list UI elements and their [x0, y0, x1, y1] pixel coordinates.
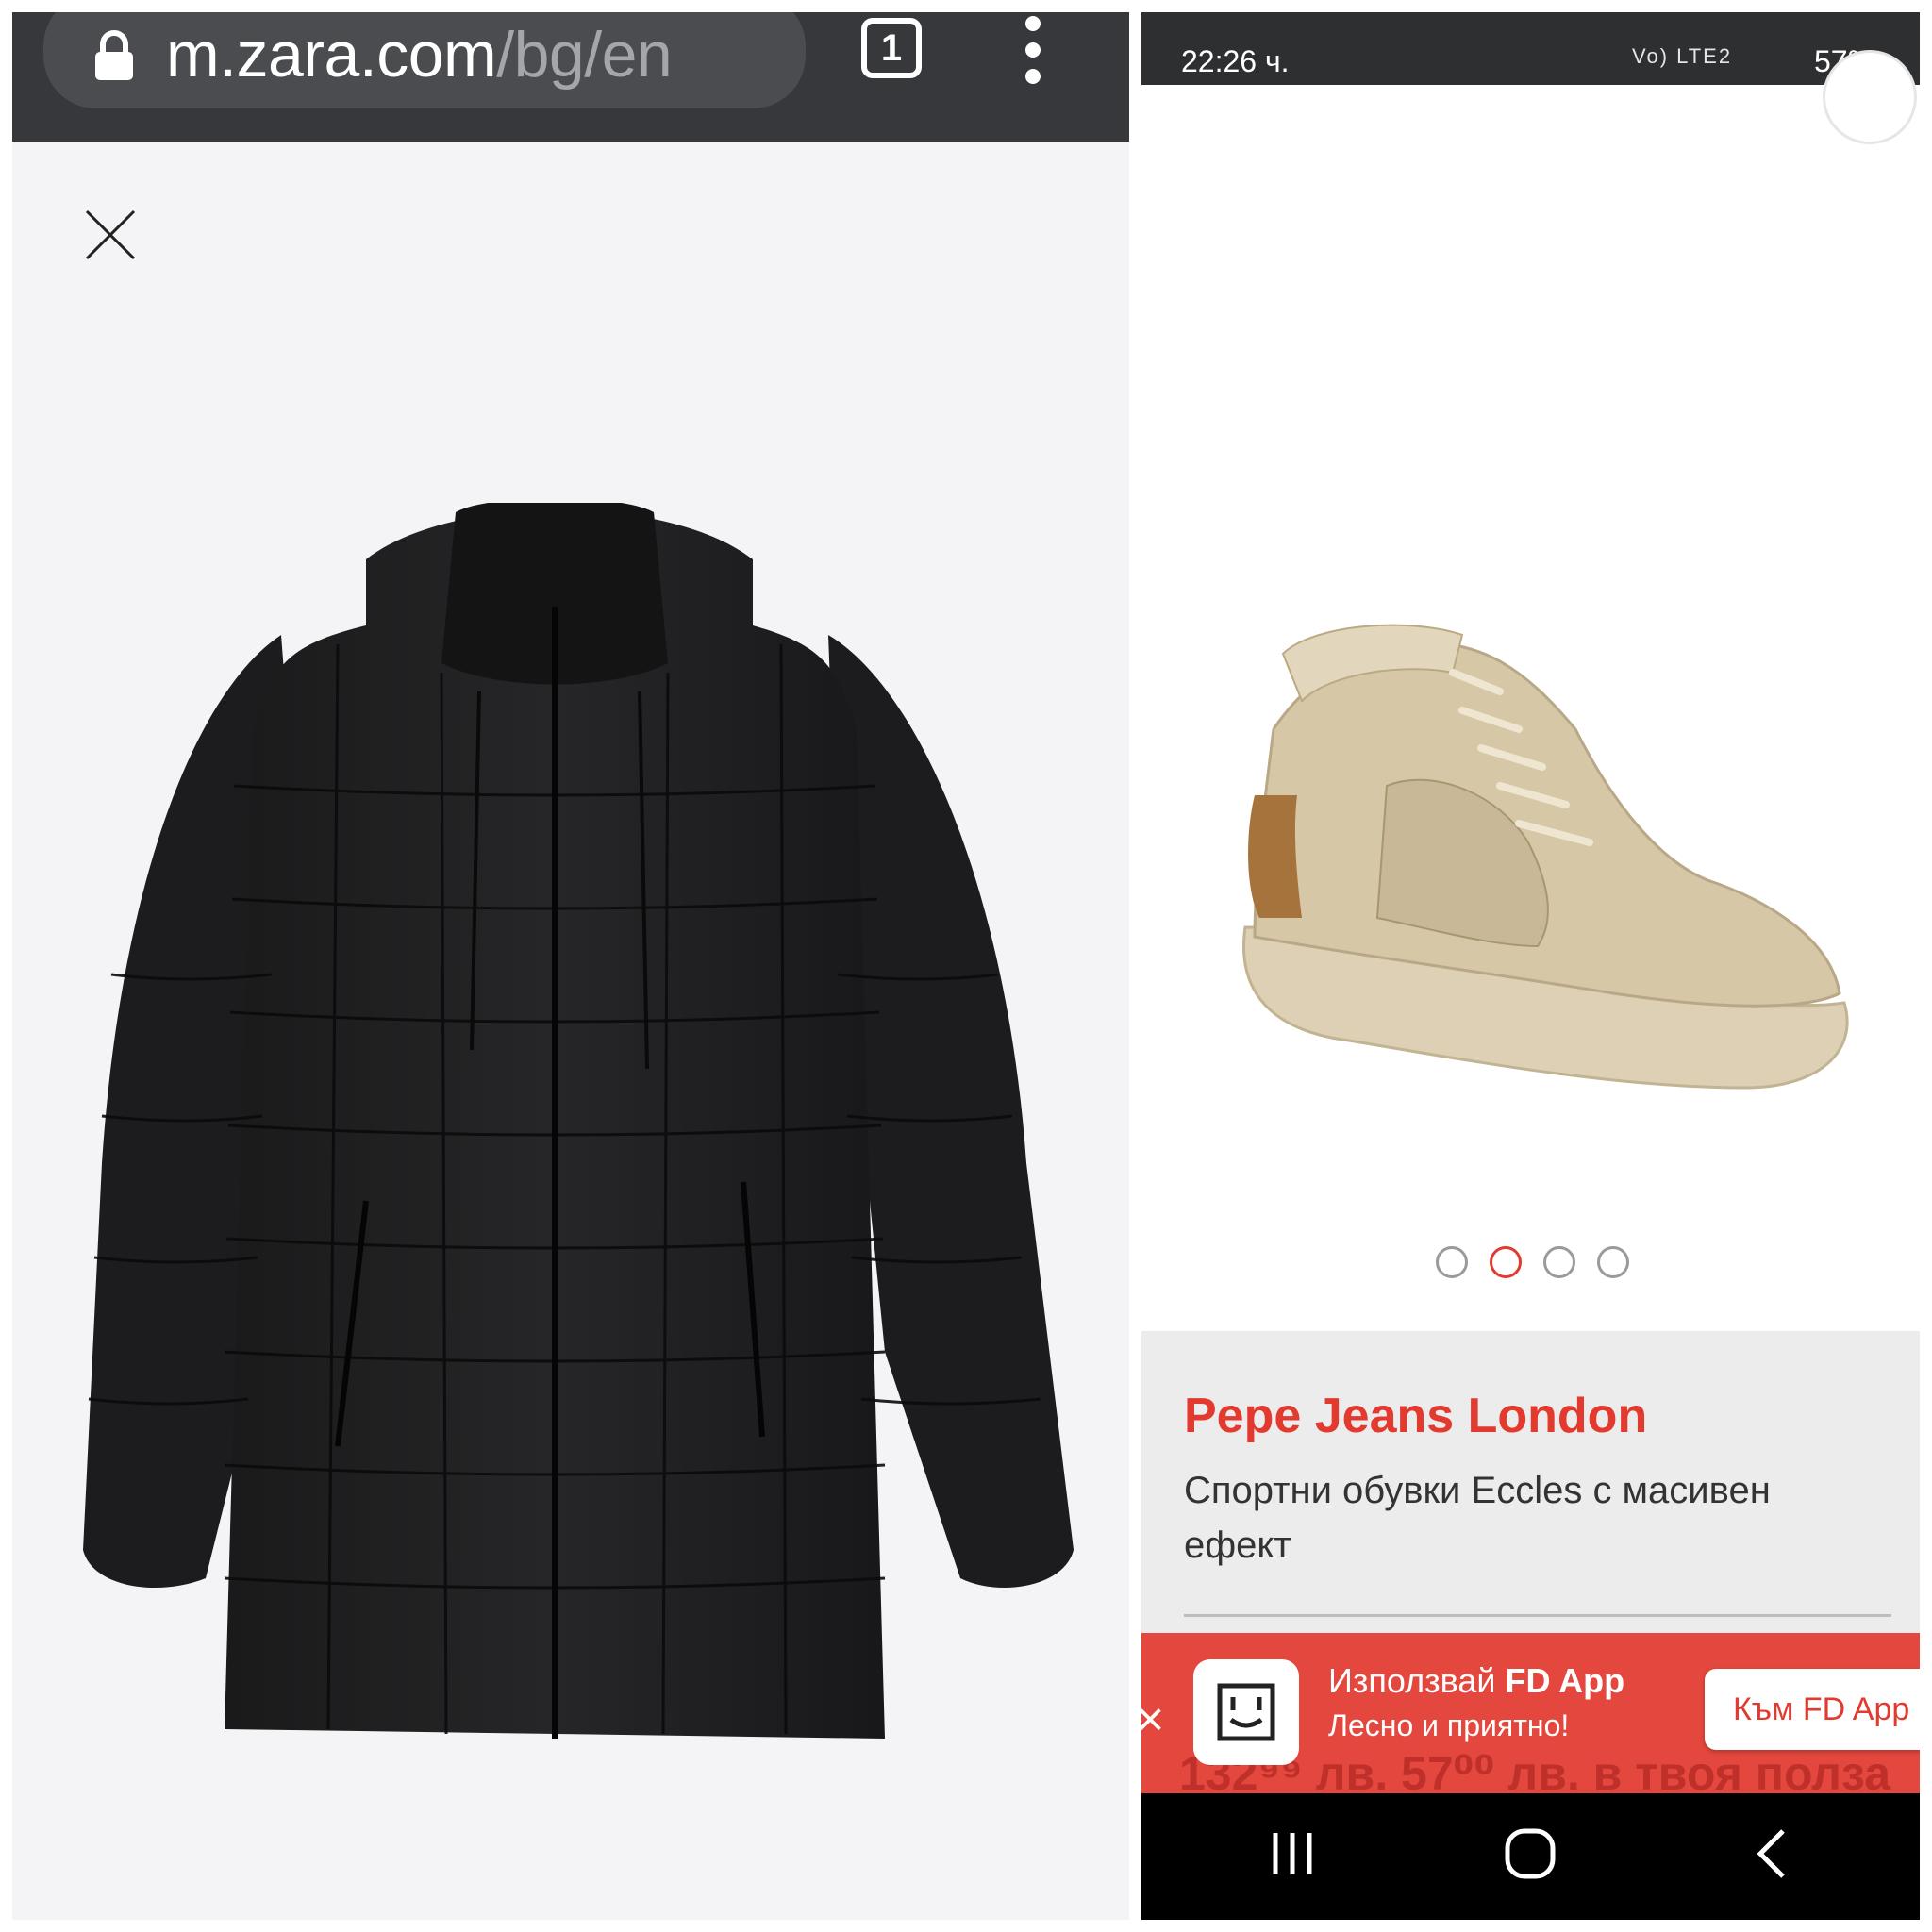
share-button[interactable]: [1823, 50, 1917, 144]
banner-headline: Използвай FD App: [1328, 1661, 1625, 1700]
puffer-coat-image[interactable]: [83, 503, 1074, 1748]
url-path: /bg/en: [496, 19, 673, 91]
android-nav-bar: [1141, 1793, 1920, 1920]
divider: [1184, 1614, 1891, 1617]
carousel-dot[interactable]: [1436, 1246, 1468, 1278]
product-title: Спортни обувки Eccles с масивен ефект: [1184, 1470, 1771, 1566]
banner-subtitle: Лесно и приятно!: [1328, 1708, 1570, 1742]
more-options-icon[interactable]: [1022, 16, 1044, 92]
close-icon[interactable]: ×: [1141, 1695, 1164, 1744]
tab-count-button[interactable]: 1: [861, 18, 922, 78]
carousel-dot[interactable]: [1543, 1246, 1575, 1278]
fd-app-logo-icon: [1193, 1659, 1299, 1765]
browser-toolbar: m.zara.com/bg/en 1: [12, 12, 1129, 142]
app-install-banner: 132⁹⁹ лв. 57⁰⁰ лв. в твоя полза × Използ…: [1141, 1633, 1920, 1793]
carousel-dot[interactable]: [1597, 1246, 1629, 1278]
fashiondays-product-screen: 22:26 ч. Vo) LTE2 57%: [1141, 12, 1920, 1920]
lock-icon: [95, 30, 133, 80]
zara-product-screen: m.zara.com/bg/en 1: [12, 12, 1129, 1920]
product-info: Pepe Jeans London Спортни обувки Eccles …: [1141, 1331, 1920, 1642]
brand-name[interactable]: Pepe Jeans London: [1184, 1388, 1647, 1444]
status-time: 22:26 ч.: [1181, 44, 1290, 78]
open-app-button[interactable]: Към FD App: [1705, 1669, 1920, 1750]
close-icon[interactable]: [84, 208, 137, 261]
android-status-bar: 22:26 ч. Vo) LTE2 57%: [1141, 12, 1920, 85]
back-icon[interactable]: [1745, 1825, 1802, 1882]
carousel-indicator: [1436, 1246, 1629, 1280]
url-text[interactable]: m.zara.com/bg/en: [166, 18, 673, 92]
home-icon[interactable]: [1502, 1825, 1558, 1882]
signal-wifi-icons: Vo) LTE2: [1632, 44, 1733, 68]
url-domain: m.zara.com: [166, 19, 497, 91]
sneaker-image[interactable]: [1217, 616, 1858, 1125]
recent-apps-icon[interactable]: [1264, 1825, 1321, 1882]
carousel-dot[interactable]: [1490, 1246, 1522, 1278]
screenshot-collage: m.zara.com/bg/en 1 22:26 ч. Vo) LTE2 Pep…: [0, 0, 1932, 1932]
